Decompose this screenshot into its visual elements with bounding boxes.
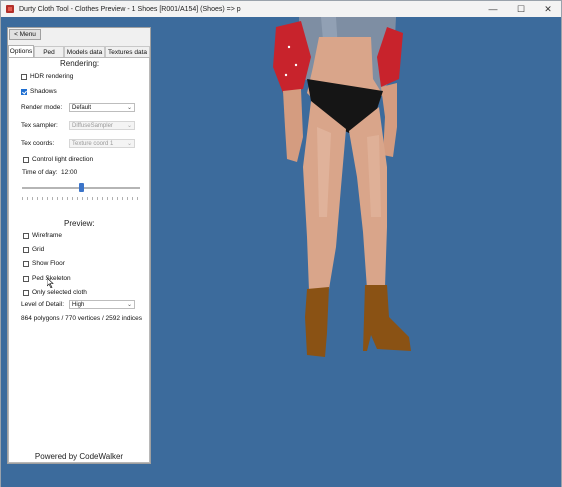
mesh-stats: 864 polygons / 770 vertices / 2592 indic… [21, 315, 143, 322]
ped-skeleton-check-icon [23, 275, 29, 282]
level-of-detail-label: Level of Detail: [21, 301, 64, 308]
tab-ped[interactable]: Ped [34, 46, 64, 57]
menu-button[interactable]: < Menu [9, 29, 41, 40]
chevron-down-icon: ⌄ [126, 123, 132, 129]
tex-sampler-value: DiffuseSampler [72, 123, 113, 129]
right-leg [349, 107, 387, 289]
slider-thumb[interactable] [79, 183, 84, 192]
hdr-rendering-label: HDR rendering [30, 73, 74, 80]
left-arm [283, 89, 303, 162]
tab-models-data[interactable]: Models data [64, 46, 105, 57]
powered-by-footer: Powered by CodeWalker [34, 452, 124, 461]
wireframe-checkbox[interactable]: Wireframe [23, 232, 62, 239]
tex-coords-value: Texture coord 1 [72, 141, 114, 147]
only-selected-cloth-checkbox[interactable]: Only selected cloth [23, 289, 87, 296]
chevron-down-icon: ⌄ [126, 105, 132, 111]
window-title: Durty Cloth Tool - Clothes Preview - 1 S… [19, 5, 241, 13]
show-floor-label: Show Floor [32, 260, 65, 267]
tab-textures-data[interactable]: Textures data [105, 46, 150, 57]
grid-checkbox[interactable]: Grid [23, 246, 44, 253]
level-of-detail-select[interactable]: High ⌄ [69, 300, 135, 309]
shadows-label: Shadows [30, 88, 57, 95]
grid-check-icon [23, 246, 29, 253]
grid-label: Grid [32, 246, 45, 253]
app-window: Durty Cloth Tool - Clothes Preview - 1 S… [0, 0, 562, 487]
tex-coords-label: Tex coords: [21, 140, 55, 147]
rendering-heading: Rendering: [60, 59, 100, 68]
left-boot [305, 287, 329, 357]
show-floor-check-icon [23, 260, 29, 267]
window-controls: — ☐ ✕ [479, 1, 561, 17]
light-direction-check-icon [23, 156, 29, 163]
time-of-day-label: Time of day: [22, 169, 58, 176]
maximize-button[interactable]: ☐ [507, 1, 535, 17]
shadows-check-icon [21, 88, 27, 95]
mouse-cursor-icon [47, 278, 54, 288]
time-of-day-value: 12:00 [61, 169, 78, 176]
render-mode-label: Render mode: [21, 104, 63, 111]
render-mode-select[interactable]: Default ⌄ [69, 103, 135, 112]
light-direction-checkbox[interactable]: Control light direction [23, 156, 93, 163]
level-of-detail-value: High [72, 302, 85, 308]
preview-heading: Preview: [64, 219, 95, 228]
tex-sampler-label: Tex sampler: [21, 122, 58, 129]
chevron-down-icon: ⌄ [126, 141, 132, 147]
title-bar[interactable]: Durty Cloth Tool - Clothes Preview - 1 S… [1, 1, 561, 17]
shadows-checkbox[interactable]: Shadows [21, 88, 57, 95]
chevron-down-icon: ⌄ [126, 302, 132, 308]
tex-coords-select[interactable]: Texture coord 1 ⌄ [69, 139, 135, 148]
render-mode-value: Default [72, 105, 92, 111]
close-button[interactable]: ✕ [535, 1, 561, 17]
right-boot [363, 285, 411, 351]
only-selected-cloth-label: Only selected cloth [32, 289, 87, 296]
tab-options[interactable]: Options [8, 45, 34, 57]
only-selected-cloth-check-icon [23, 289, 29, 296]
tab-bar: Options Ped Models data Textures data [8, 45, 150, 57]
minimize-button[interactable]: — [479, 1, 507, 17]
wireframe-label: Wireframe [32, 232, 62, 239]
hdr-rendering-check-icon [21, 73, 27, 80]
tex-sampler-select[interactable]: DiffuseSampler ⌄ [69, 121, 135, 130]
hdr-rendering-checkbox[interactable]: HDR rendering [21, 73, 73, 80]
app-icon [6, 5, 14, 13]
light-direction-label: Control light direction [32, 156, 94, 163]
show-floor-checkbox[interactable]: Show Floor [23, 260, 65, 267]
wireframe-check-icon [23, 232, 29, 239]
